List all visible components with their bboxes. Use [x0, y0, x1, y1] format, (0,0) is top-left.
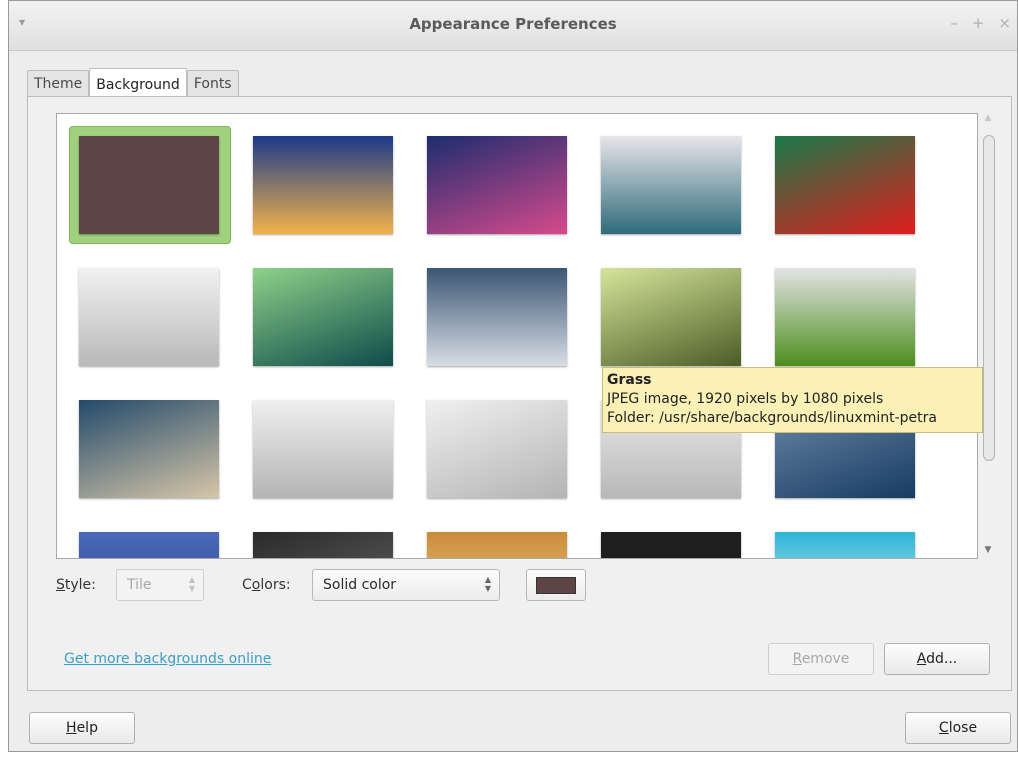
tab-fonts[interactable]: Fonts [186, 70, 239, 97]
tooltip-details: JPEG image, 1920 pixels by 1080 pixels [607, 391, 884, 407]
scroll-down-arrow-icon[interactable]: ▼ [982, 545, 994, 559]
thumbnail-mint-logo-3d-2[interactable] [253, 400, 393, 498]
colors-value: Solid color [323, 577, 397, 593]
style-label: Style: [56, 577, 96, 593]
close-button[interactable]: Close [905, 712, 1011, 744]
scrollbar-thumb[interactable] [983, 135, 995, 461]
colors-combo[interactable]: Solid color ▲ ▼ [312, 569, 500, 601]
gallery-scrollbar[interactable]: ▲ ▼ [980, 113, 996, 559]
style-value: Tile [127, 577, 152, 593]
thumbnail-green-blur[interactable] [253, 268, 393, 366]
thumbnail-solid-color[interactable] [79, 136, 219, 234]
thumbnail-mint-logo-3d[interactable] [79, 268, 219, 366]
thumbnail-orange-sky[interactable] [427, 532, 567, 558]
thumbnail-black[interactable] [601, 532, 741, 558]
thumbnail-mint-logo-3d-3[interactable] [427, 400, 567, 498]
combo-arrows-icon: ▲ ▼ [188, 575, 195, 593]
style-row: Style: Tile ▲ ▼ Colors: Solid color ▲ ▼ [56, 569, 656, 603]
tooltip-folder: Folder: /usr/share/backgrounds/linuxmint… [607, 410, 937, 426]
style-combo[interactable]: Tile ▲ ▼ [116, 569, 204, 601]
tab-bar: Theme Background Fonts [27, 59, 239, 98]
thumbnail-sunset-horizon[interactable] [253, 136, 393, 234]
add-button[interactable]: Add... [884, 643, 990, 675]
scroll-up-arrow-icon[interactable]: ▲ [982, 113, 994, 127]
thumbnail-cyan-blur[interactable] [775, 532, 915, 558]
tooltip-title: Grass [607, 372, 652, 388]
thumbnail-blue-blur[interactable] [79, 400, 219, 498]
window-title: Appearance Preferences [409, 15, 617, 33]
colors-label: Colors: [242, 577, 291, 593]
thumbnail-tooltip: Grass JPEG image, 1920 pixels by 1080 pi… [602, 367, 983, 433]
title-bar[interactable]: ▾ Appearance Preferences – + × [9, 1, 1017, 51]
thumbnail-grass[interactable] [601, 268, 741, 366]
tab-background[interactable]: Background [89, 68, 187, 98]
remove-button[interactable]: Remove [768, 643, 874, 675]
thumbnail-color-stripes[interactable] [775, 136, 915, 234]
thumbnail-blue-gradient[interactable] [79, 532, 219, 558]
close-window-icon[interactable]: × [998, 14, 1011, 32]
help-button[interactable]: Help [29, 712, 135, 744]
minimize-icon[interactable]: – [950, 14, 958, 32]
tab-theme[interactable]: Theme [27, 70, 90, 97]
background-gallery[interactable] [56, 113, 978, 559]
combo-arrows-icon: ▲ ▼ [484, 575, 491, 593]
color-picker-button[interactable] [526, 569, 586, 601]
thumbnail-dark-scene[interactable] [253, 532, 393, 558]
color-swatch [536, 577, 576, 594]
thumbnail-green-streaks[interactable] [775, 268, 915, 366]
appearance-preferences-window: ▾ Appearance Preferences – + × Theme Bac… [8, 0, 1018, 752]
thumbnail-sun-through-trees[interactable] [427, 268, 567, 366]
thumbnail-cherry-blossom[interactable] [601, 136, 741, 234]
thumbnail-water-reflection[interactable] [427, 136, 567, 234]
get-more-backgrounds-link[interactable]: Get more backgrounds online [64, 651, 271, 667]
maximize-icon[interactable]: + [972, 14, 985, 32]
